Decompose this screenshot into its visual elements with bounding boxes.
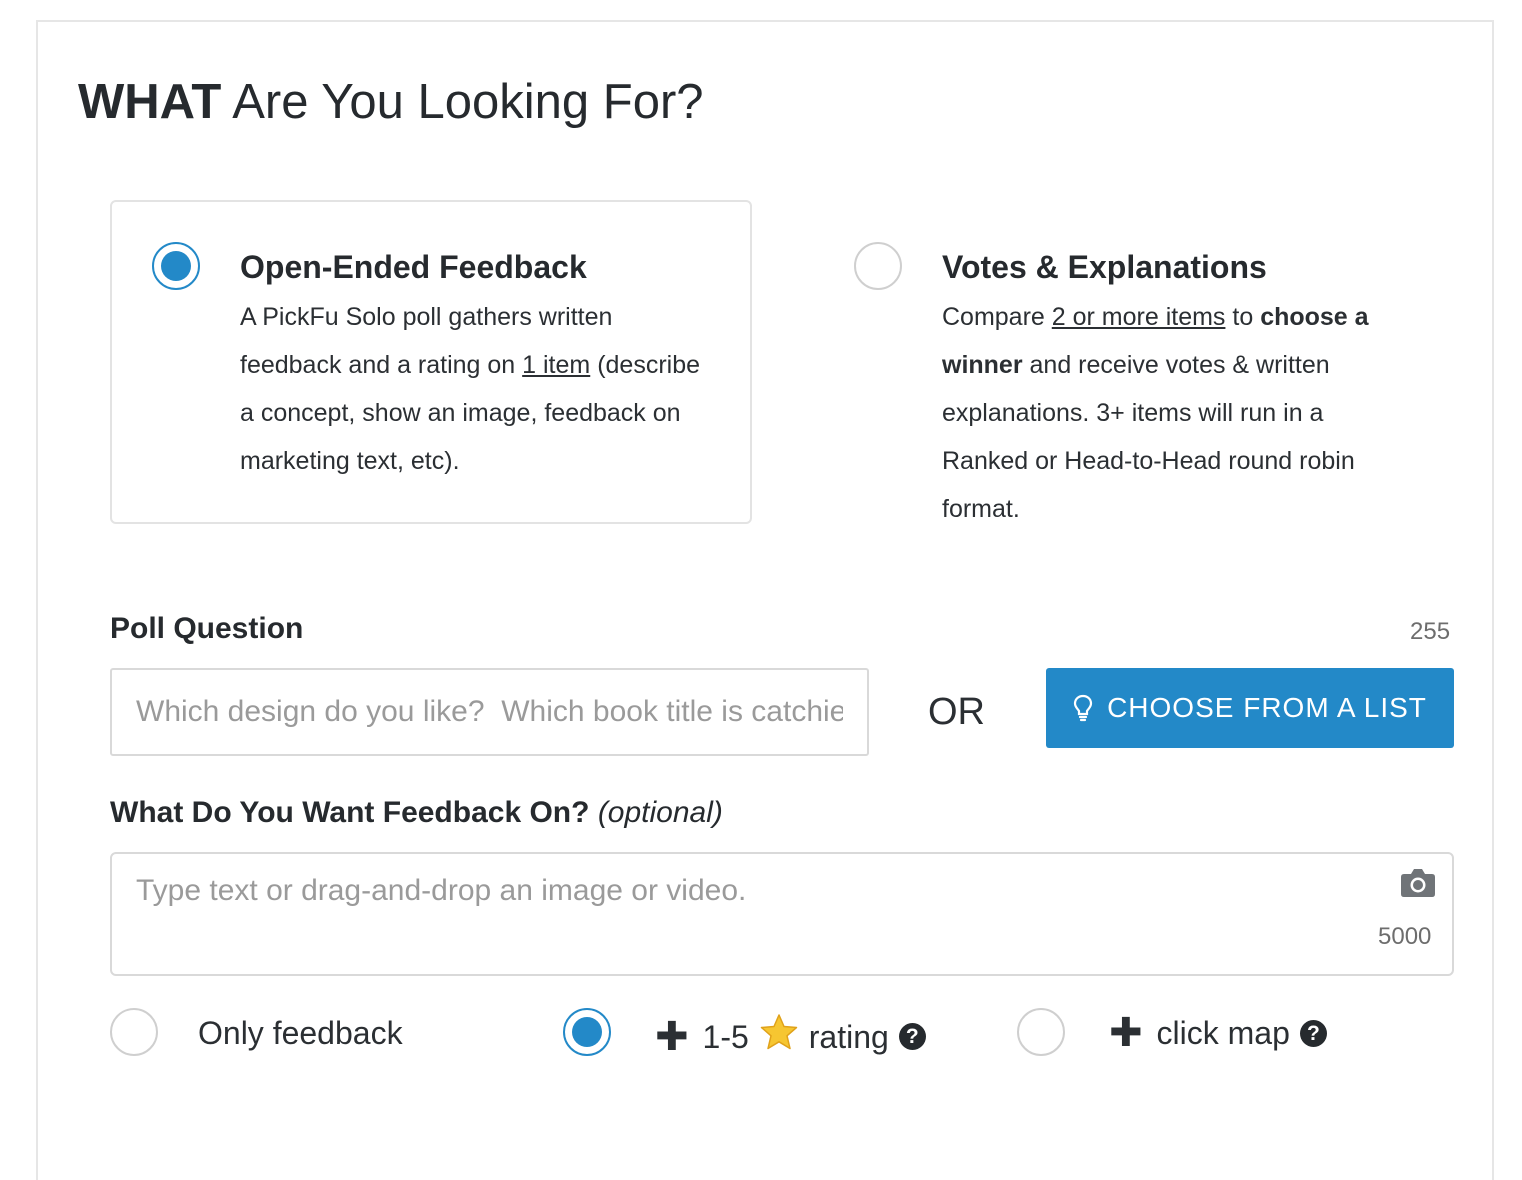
star-icon bbox=[759, 1013, 799, 1060]
votes-explanations-description: Compare 2 or more items to choose a winn… bbox=[942, 303, 1369, 523]
camera-icon[interactable] bbox=[1400, 866, 1436, 903]
only-feedback-radio[interactable] bbox=[110, 1008, 158, 1056]
poll-question-char-counter: 255 bbox=[1410, 618, 1451, 645]
two-or-more-items-link[interactable]: 2 or more items bbox=[1052, 303, 1226, 331]
feedback-char-counter: 5000 bbox=[1378, 923, 1432, 950]
votes-explanations-radio[interactable] bbox=[854, 242, 902, 290]
open-ended-radio[interactable] bbox=[152, 242, 200, 290]
lightbulb-icon bbox=[1073, 694, 1093, 722]
feedback-textarea[interactable] bbox=[110, 852, 1454, 976]
votes-explanations-title: Votes & Explanations bbox=[942, 249, 1267, 285]
only-feedback-label: Only feedback bbox=[198, 1015, 403, 1051]
open-ended-title: Open-Ended Feedback bbox=[240, 249, 587, 285]
rating-option-label: ✚ 1-5 rating ? bbox=[655, 1013, 926, 1060]
poll-setup-card bbox=[36, 20, 1494, 1180]
plus-icon: ✚ bbox=[655, 1014, 689, 1059]
plus-icon: ✚ bbox=[1109, 1011, 1143, 1055]
poll-question-input[interactable] bbox=[110, 668, 869, 756]
rating-radio[interactable] bbox=[563, 1008, 611, 1056]
rating-help-icon[interactable]: ? bbox=[898, 1023, 926, 1050]
choose-from-list-button[interactable]: CHOOSE FROM A LIST bbox=[1046, 668, 1454, 748]
or-separator: OR bbox=[928, 691, 985, 733]
click-map-radio[interactable] bbox=[1017, 1008, 1065, 1056]
feedback-label: What Do You Want Feedback On? (optional) bbox=[110, 796, 723, 829]
choose-from-list-label: CHOOSE FROM A LIST bbox=[1107, 692, 1427, 723]
page-title: WHAT Are You Looking For? bbox=[78, 75, 704, 129]
click-map-option-label: ✚ click map ? bbox=[1109, 1013, 1327, 1053]
click-map-help-icon[interactable]: ? bbox=[1299, 1019, 1327, 1047]
open-ended-description: A PickFu Solo poll gathers written feedb… bbox=[240, 303, 701, 475]
poll-question-label: Poll Question bbox=[110, 612, 304, 645]
one-item-link[interactable]: 1 item bbox=[522, 351, 590, 379]
